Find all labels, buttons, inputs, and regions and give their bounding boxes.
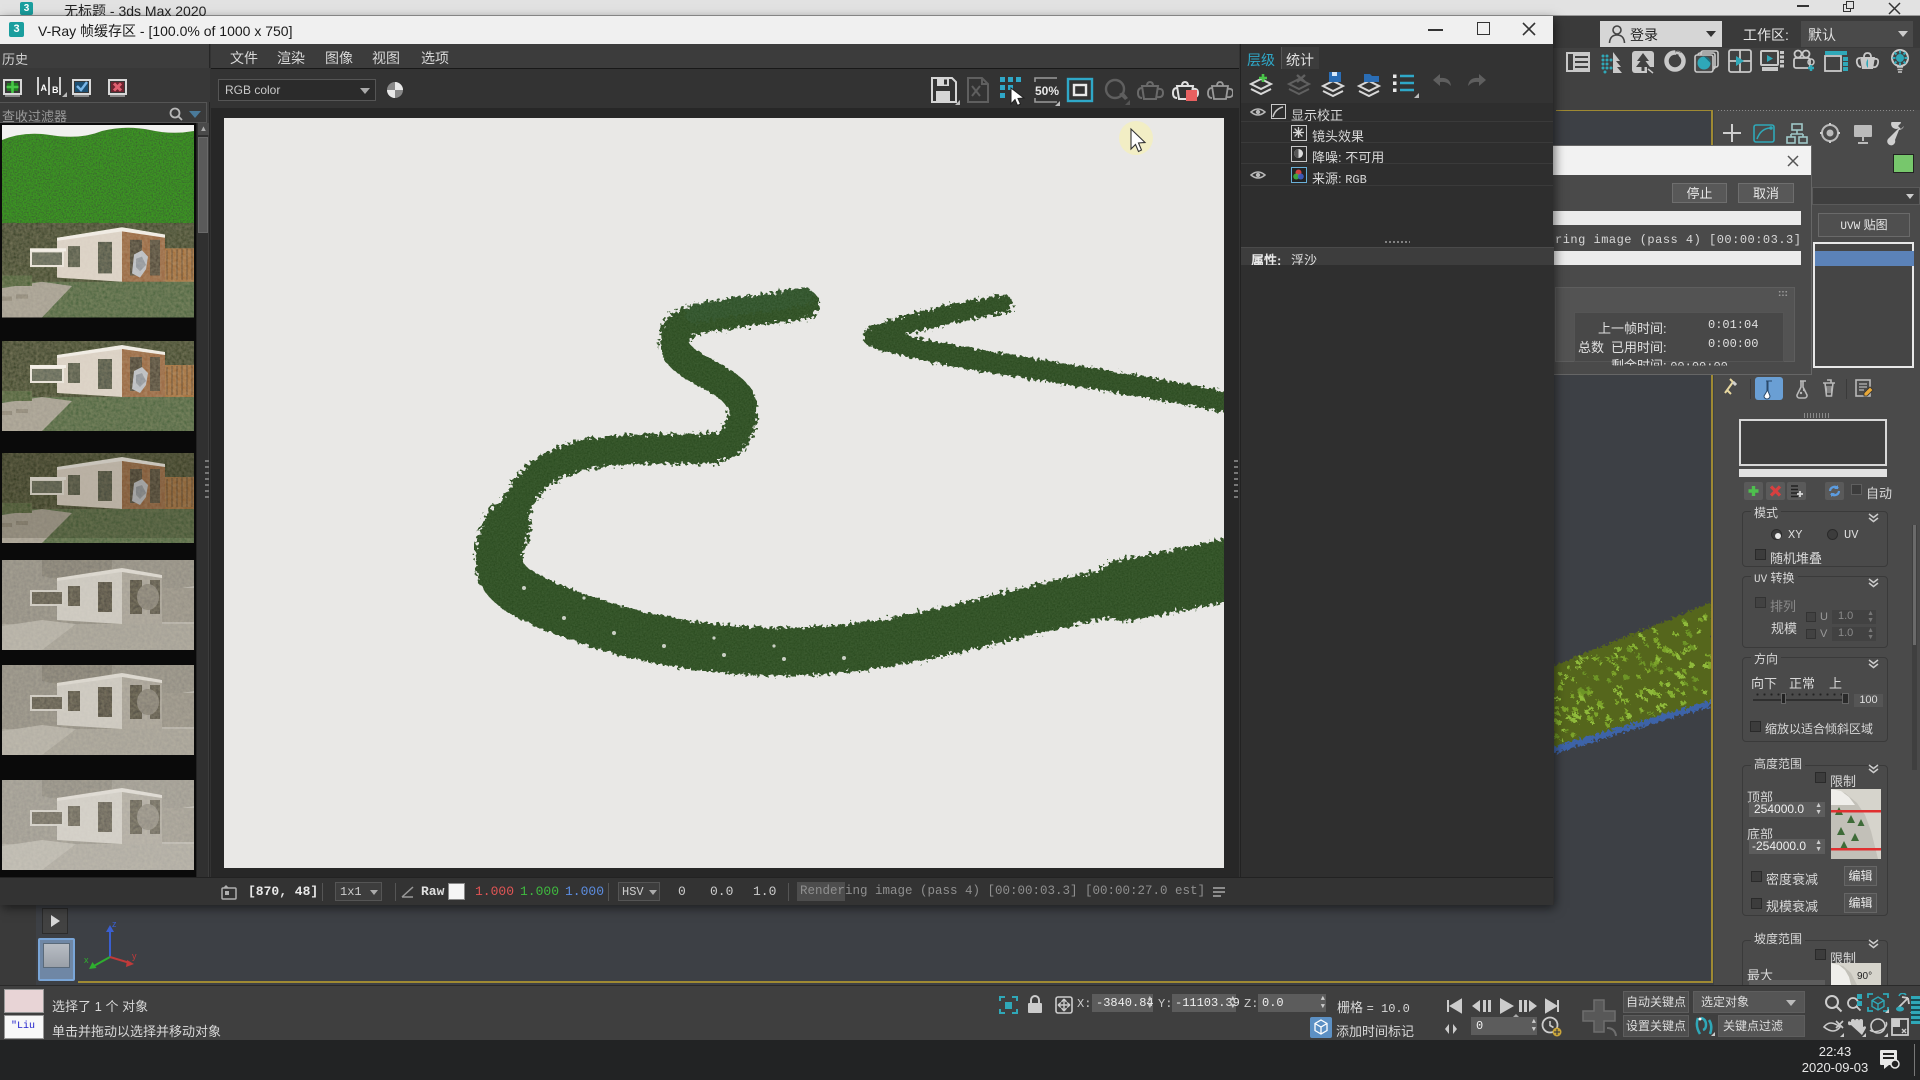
svg-text:x: x: [84, 955, 89, 965]
svg-text:A: A: [41, 83, 48, 93]
svg-text:B: B: [52, 85, 59, 95]
svg-text:90°: 90°: [1857, 971, 1872, 982]
svg-text:y: y: [132, 951, 137, 961]
svg-text:z: z: [112, 919, 117, 929]
svg-text:50%: 50%: [1035, 84, 1059, 98]
